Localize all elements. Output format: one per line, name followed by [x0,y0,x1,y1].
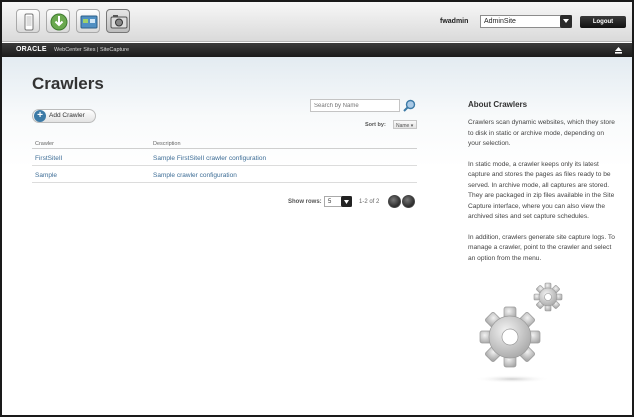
sort-by-label: Sort by: [365,122,386,128]
logout-button[interactable]: Logout [580,16,626,28]
plus-icon: + [34,110,46,122]
crawler-description: Sample crawler configuration [153,172,237,179]
page-title: Crawlers [32,74,104,93]
pagination: Show rows: 5 1-2 of 2 [288,195,418,209]
previous-page-button[interactable] [388,195,401,208]
show-rows-label: Show rows: [288,199,322,205]
add-crawler-button[interactable]: + Add Crawler [32,109,96,123]
top-toolbar: fwadmin AdminSite Logout [2,2,632,42]
next-page-button[interactable] [402,195,415,208]
sitecapture-app-button[interactable] [106,9,130,33]
about-paragraph: In addition, crawlers generate site capt… [468,233,615,262]
crawler-description: Sample FirstSiteII crawler configuration [153,155,267,162]
add-crawler-label: Add Crawler [49,112,85,119]
download-app-button[interactable] [46,9,70,33]
brand-bar: ORACLE WebCenter Sites | SiteCapture [2,43,632,57]
crawler-table: Crawler Description FirstSiteII Sample F… [32,141,417,183]
about-panel: About Crawlers Crawlers scan dynamic web… [468,100,618,274]
column-header-description: Description [153,141,181,147]
eject-icon[interactable] [615,47,622,54]
sort-select[interactable]: Name ▾ [393,120,417,129]
table-header: Crawler Description [32,141,417,149]
username-label: fwadmin [440,18,469,25]
main-content: Crawlers + Add Crawler Sort by: Name ▾ C… [2,57,632,415]
crawler-name[interactable]: Sample [35,172,57,179]
about-paragraph: Crawlers scan dynamic websites, which th… [468,119,615,147]
app-window: fwadmin AdminSite Logout ORACLE WebCente… [0,0,634,417]
rows-per-page-value: 5 [328,198,332,205]
table-row[interactable]: Sample Sample crawler configuration [32,166,417,183]
download-icon [50,13,68,31]
gears-illustration [474,282,563,383]
search-input[interactable] [310,99,400,112]
page-count: 1-2 of 2 [359,199,380,205]
site-select-value: AdminSite [484,18,516,25]
rows-per-page-select[interactable]: 5 [324,196,352,207]
phone-app-button[interactable] [16,9,40,33]
sites-app-button[interactable] [76,9,100,33]
product-name: WebCenter Sites | SiteCapture [54,47,130,53]
about-title: About Crawlers [468,100,528,109]
chevron-down-icon[interactable] [341,196,352,207]
oracle-logo: ORACLE [16,46,47,53]
camera-icon [110,15,128,29]
about-paragraph: In static mode, a crawler keeps only its… [468,160,615,221]
search-icon[interactable] [403,99,416,112]
table-row[interactable]: FirstSiteII Sample FirstSiteII crawler c… [32,149,417,166]
chevron-down-icon[interactable] [560,15,572,28]
crawler-name[interactable]: FirstSiteII [35,155,62,162]
sort-select-value: Name [396,122,410,129]
sites-icon [80,15,98,29]
site-select[interactable]: AdminSite [480,15,572,28]
phone-icon [24,13,34,31]
column-header-crawler: Crawler [35,141,54,147]
